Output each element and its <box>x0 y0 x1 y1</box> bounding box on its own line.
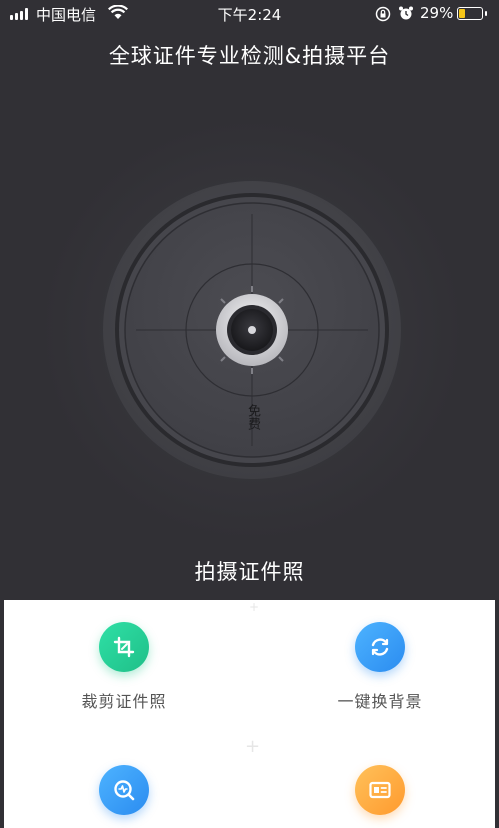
divider-plus: + <box>245 736 261 757</box>
alarm-icon <box>398 5 414 25</box>
app-screen: 中国电信 下午2:24 29% 全球证件专业检测&拍摄平台 免费 拍摄证件照 +… <box>0 0 499 828</box>
crop-photo-label: 裁剪证件照 <box>81 692 167 711</box>
rotation-lock-icon <box>375 6 391 26</box>
battery-percent: 29% <box>420 4 454 22</box>
change-background-button[interactable]: 一键换背景 <box>300 622 460 712</box>
free-badge: 免费 <box>245 404 260 430</box>
id-card-button[interactable] <box>300 765 460 828</box>
features-panel: + + 裁剪证件照 一键换背景 <box>4 600 495 828</box>
change-background-label: 一键换背景 <box>337 692 423 711</box>
photo-check-button[interactable] <box>44 765 204 828</box>
crop-icon <box>99 622 149 672</box>
status-bar: 中国电信 下午2:24 29% <box>0 0 499 28</box>
refresh-icon <box>355 622 405 672</box>
divider-dot: + <box>249 600 260 614</box>
page-title: 全球证件专业检测&拍摄平台 <box>108 44 391 68</box>
battery-level <box>459 9 465 18</box>
camera-shutter-dial[interactable]: 免费 <box>22 100 482 560</box>
search-check-icon <box>99 765 149 815</box>
battery-icon <box>457 7 487 20</box>
crop-photo-button[interactable]: 裁剪证件照 <box>44 622 204 712</box>
id-card-icon <box>355 765 405 815</box>
camera-dial-icon <box>103 181 401 479</box>
capture-id-photo-label[interactable]: 拍摄证件照 <box>0 556 499 586</box>
